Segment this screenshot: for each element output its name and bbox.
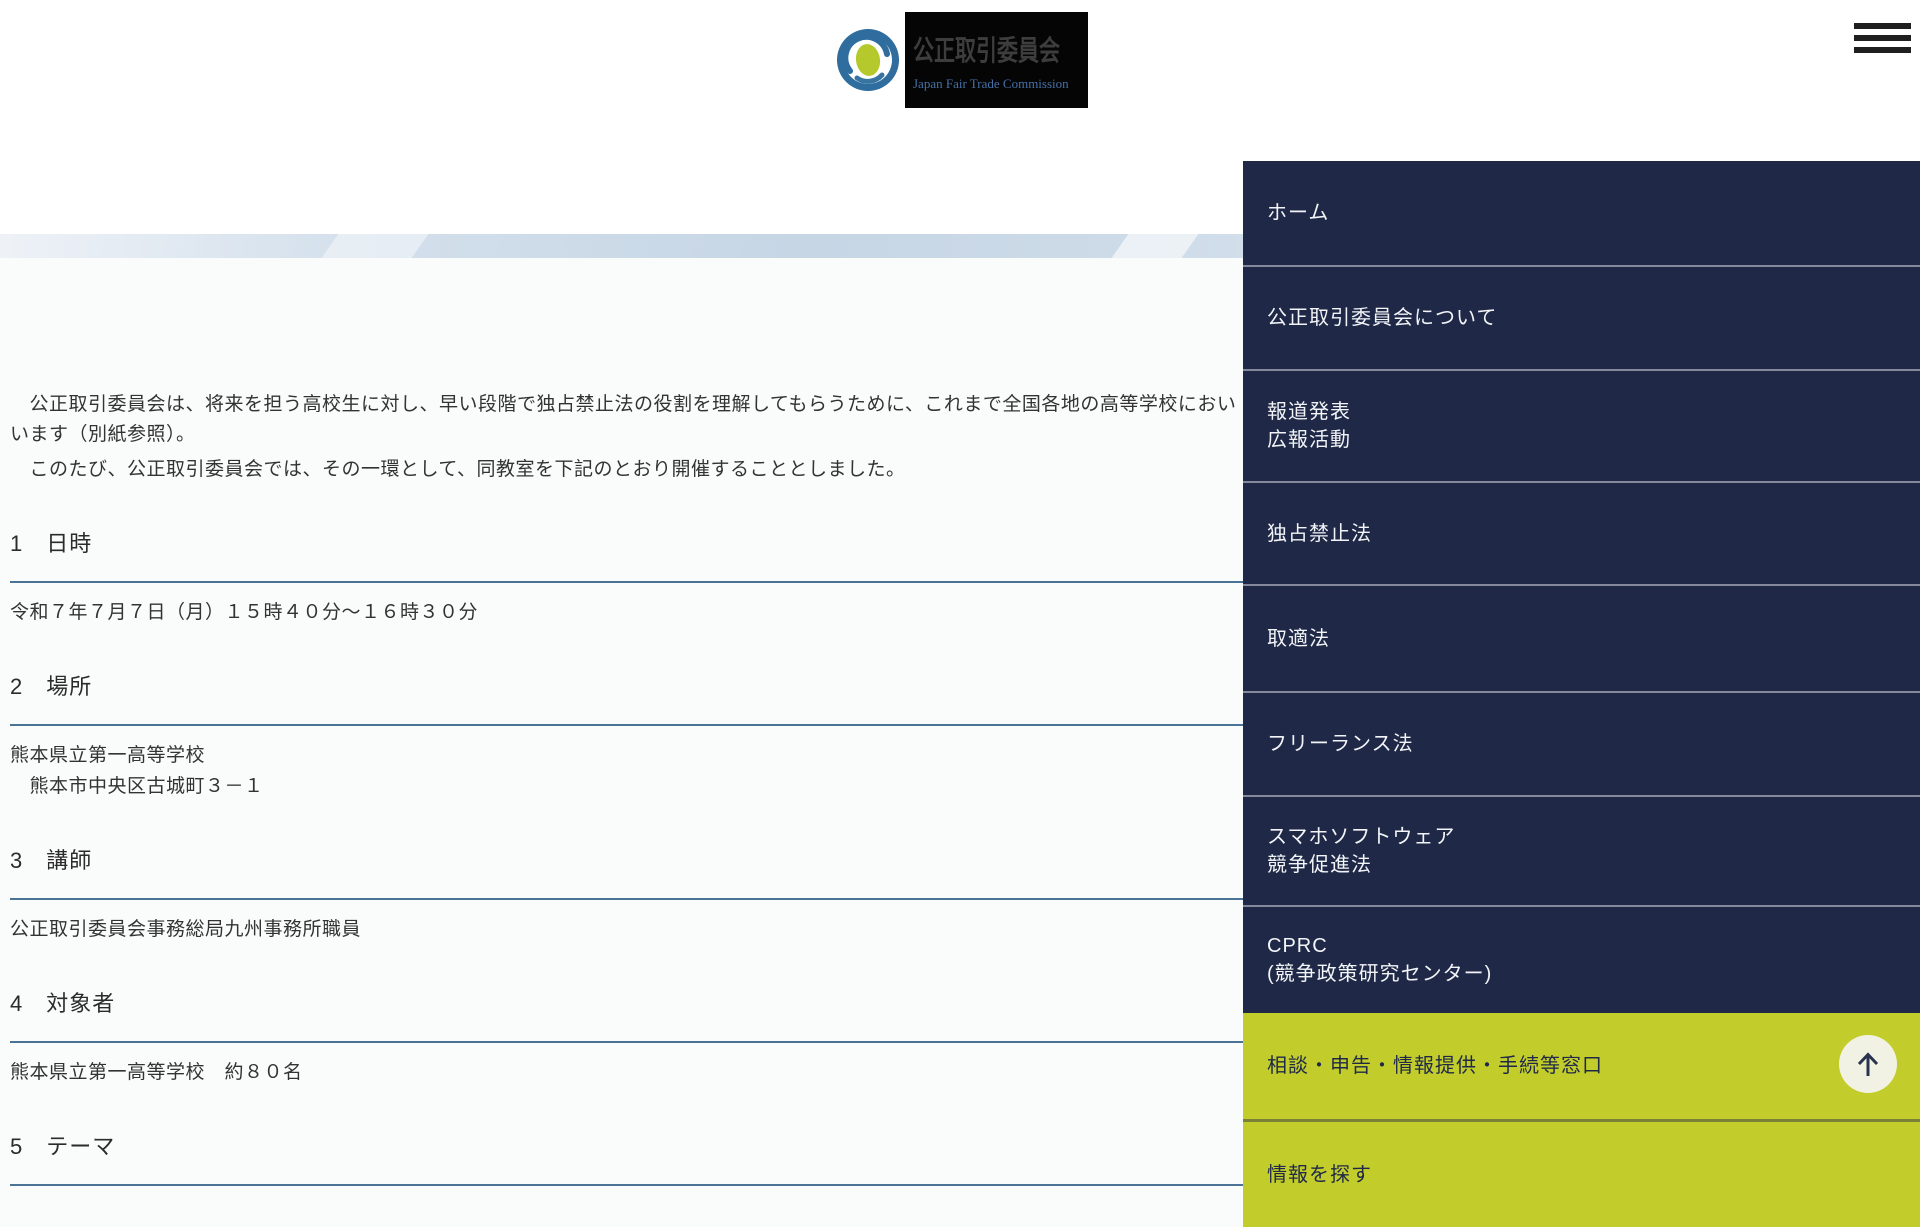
hamburger-bar xyxy=(1854,35,1911,41)
jftc-emblem-icon xyxy=(830,12,905,108)
nav-item-consultation-report-window[interactable]: 相談・申告・情報提供・手続等窓口 xyxy=(1243,1013,1920,1122)
logo-title-en: Japan Fair Trade Commission xyxy=(913,75,1069,91)
nav-item-label: 公正取引委員会について xyxy=(1267,307,1498,329)
section-heading-lecturer: 3 講師 xyxy=(10,846,1244,900)
place-school-name: 熊本県立第一高等学校 xyxy=(10,745,206,766)
intro-paragraph-1-line-2: います（別紙参照）。 xyxy=(10,424,196,445)
nav-item-label: 広報活動 xyxy=(1267,429,1351,451)
nav-item-antimonopoly-act[interactable]: 独占禁止法 xyxy=(1243,483,1920,586)
nav-item-cprc[interactable]: CPRC (競争政策研究センター) xyxy=(1243,907,1920,1013)
section-audience: 4 対象者 熊本県立第一高等学校 約８０名 xyxy=(10,989,1244,1088)
section-heading-place: 2 場所 xyxy=(10,672,1244,726)
logo-text-block: 公正取引委員会 Japan Fair Trade Commission xyxy=(905,12,1088,108)
nav-item-label: (競争政策研究センター) xyxy=(1267,963,1493,985)
nav-item-label: ホーム xyxy=(1267,202,1330,224)
section-heading-datetime: 1 日時 xyxy=(10,529,1244,583)
nav-item-smartphone-software-act[interactable]: スマホソフトウェア 競争促進法 xyxy=(1243,797,1920,907)
logo-title-jp: 公正取引委員会 xyxy=(913,34,1061,66)
nav-item-freelance-act[interactable]: フリーランス法 xyxy=(1243,693,1920,797)
datetime-value: 令和７年７月７日（月）１５時４０分～１６時３０分 xyxy=(10,602,479,623)
hamburger-bar xyxy=(1854,47,1911,53)
nav-item-label: CPRC xyxy=(1267,935,1328,957)
nav-item-label: 報道発表 xyxy=(1267,401,1351,423)
main-content: 公正取引委員会は、将来を担う高校生に対し、早い段階で独占禁止法の役割を理解しても… xyxy=(10,258,1244,1186)
section-heading-audience: 4 対象者 xyxy=(10,989,1244,1043)
nav-item-label: 相談・申告・情報提供・手続等窓口 xyxy=(1267,1055,1603,1077)
lecturer-value: 公正取引委員会事務総局九州事務所職員 xyxy=(10,919,362,940)
place-address: 熊本市中央区古城町３－１ xyxy=(10,776,264,797)
nav-item-label: スマホソフトウェア xyxy=(1267,826,1456,848)
section-datetime: 1 日時 令和７年７月７日（月）１５時４０分～１６時３０分 xyxy=(10,529,1244,628)
nav-item-label: 独占禁止法 xyxy=(1267,522,1372,545)
up-arrow-icon xyxy=(1857,1052,1879,1076)
nav-item-label: 競争促進法 xyxy=(1267,854,1372,876)
audience-value: 熊本県立第一高等学校 約８０名 xyxy=(10,1062,303,1083)
nav-item-label: 情報を探す xyxy=(1267,1163,1372,1186)
jftc-logo[interactable]: 公正取引委員会 Japan Fair Trade Commission xyxy=(830,12,1088,108)
hamburger-menu-icon[interactable] xyxy=(1854,20,1911,54)
intro-paragraphs: 公正取引委員会は、将来を担う高校生に対し、早い段階で独占禁止法の役割を理解しても… xyxy=(10,258,1244,485)
nav-item-label: フリーランス法 xyxy=(1267,733,1414,755)
nav-item-home[interactable]: ホーム xyxy=(1243,161,1920,267)
nav-item-about-jftc[interactable]: 公正取引委員会について xyxy=(1243,267,1920,371)
hamburger-bar xyxy=(1854,23,1911,29)
nav-item-find-information[interactable]: 情報を探す xyxy=(1243,1122,1920,1227)
section-place: 2 場所 熊本県立第一高等学校 熊本市中央区古城町３－１ xyxy=(10,672,1244,802)
intro-paragraph-2: このたび、公正取引委員会では、その一環として、同教室を下記のとおり開催することと… xyxy=(10,459,906,480)
nav-item-subcontract-act[interactable]: 取適法 xyxy=(1243,586,1920,693)
nav-drawer: ホーム 公正取引委員会について 報道発表 広報活動 独占禁止法 取適法 フリーラ… xyxy=(1243,161,1920,1227)
section-theme: 5 テーマ xyxy=(10,1132,1244,1186)
section-lecturer: 3 講師 公正取引委員会事務総局九州事務所職員 xyxy=(10,846,1244,945)
wave-streak xyxy=(1111,234,1199,258)
wave-streak xyxy=(321,234,429,258)
scroll-to-top-button[interactable] xyxy=(1839,1035,1897,1093)
intro-paragraph-1-line-1: 公正取引委員会は、将来を担う高校生に対し、早い段階で独占禁止法の役割を理解しても… xyxy=(10,394,1237,415)
nav-item-press-pr[interactable]: 報道発表 広報活動 xyxy=(1243,371,1920,483)
nav-item-label: 取適法 xyxy=(1267,627,1330,650)
section-heading-theme: 5 テーマ xyxy=(10,1132,1244,1186)
